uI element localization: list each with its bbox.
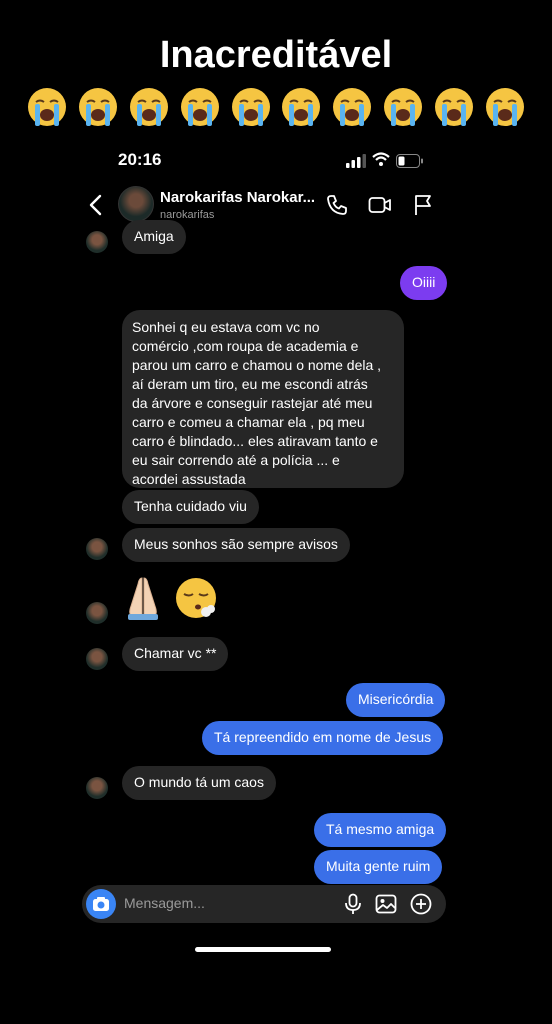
loudly-crying-face-icon: [230, 86, 272, 128]
status-bar: 20:16: [82, 140, 452, 180]
message-bubble-incoming[interactable]: Tenha cuidado viu: [122, 490, 259, 524]
sender-avatar: [86, 777, 108, 799]
phone-call-icon[interactable]: [326, 194, 348, 216]
sender-avatar: [86, 538, 108, 560]
message-bubble-outgoing[interactable]: Tá mesmo amiga: [314, 813, 447, 847]
message-bubble-outgoing[interactable]: Oiiii: [400, 266, 448, 300]
phone-screen: 20:16 Narokarifas Narokar... narokarifas…: [82, 140, 452, 950]
camera-icon: [93, 897, 109, 911]
contact-avatar[interactable]: [118, 186, 154, 222]
message-bubble-incoming[interactable]: O mundo tá um caos: [122, 766, 276, 800]
loudly-crying-face-icon: [77, 86, 119, 128]
loudly-crying-face-icon: [382, 86, 424, 128]
sender-avatar: [86, 648, 108, 670]
home-indicator[interactable]: [195, 947, 331, 952]
message-bubble-outgoing[interactable]: Misericórdia: [346, 683, 446, 717]
caption: Inacreditável: [159, 34, 393, 76]
flag-icon[interactable]: [412, 194, 434, 216]
message-composer[interactable]: Mensagem...: [82, 885, 446, 923]
message-bubble-outgoing[interactable]: Muita gente ruim: [314, 850, 443, 884]
loudly-crying-face-icon: [280, 86, 322, 128]
video-call-icon[interactable]: [368, 194, 391, 216]
message-thread: Amiga Oiiii Sonhei q eu estava com vc no…: [82, 220, 452, 888]
contact-name[interactable]: Narokarifas Narokar...: [160, 189, 315, 206]
face-exhaling-icon: [174, 576, 218, 624]
back-arrow-icon[interactable]: [88, 194, 104, 216]
gallery-icon[interactable]: [375, 893, 397, 915]
loudly-crying-face-icon: [433, 86, 475, 128]
message-bubble-incoming[interactable]: Amiga: [122, 220, 186, 254]
emoji-row: [26, 86, 526, 128]
add-circle-icon[interactable]: [410, 893, 432, 915]
message-bubble-incoming[interactable]: Meus sonhos são sempre avisos: [122, 528, 350, 562]
loudly-crying-face-icon: [26, 86, 68, 128]
message-bubble-incoming[interactable]: Chamar vc **: [122, 637, 229, 671]
message-bubble-incoming[interactable]: Sonhei q eu estava com vc no comércio ,c…: [122, 310, 404, 488]
loudly-crying-face-icon: [331, 86, 373, 128]
wifi-icon: [372, 151, 390, 167]
loudly-crying-face-icon: [128, 86, 170, 128]
microphone-icon[interactable]: [342, 893, 364, 915]
message-emoji[interactable]: [122, 576, 222, 620]
message-input[interactable]: Mensagem...: [124, 895, 205, 911]
status-time: 20:16: [118, 150, 162, 169]
camera-button[interactable]: [86, 889, 116, 919]
loudly-crying-face-icon: [179, 86, 221, 128]
battery-icon: [396, 153, 424, 168]
sender-avatar: [86, 231, 108, 253]
folded-hands-icon: [122, 576, 164, 624]
message-bubble-outgoing[interactable]: Tá repreendido em nome de Jesus: [202, 721, 444, 755]
loudly-crying-face-icon: [484, 86, 526, 128]
sender-avatar: [86, 602, 108, 624]
cellular-signal-icon: [346, 153, 368, 168]
